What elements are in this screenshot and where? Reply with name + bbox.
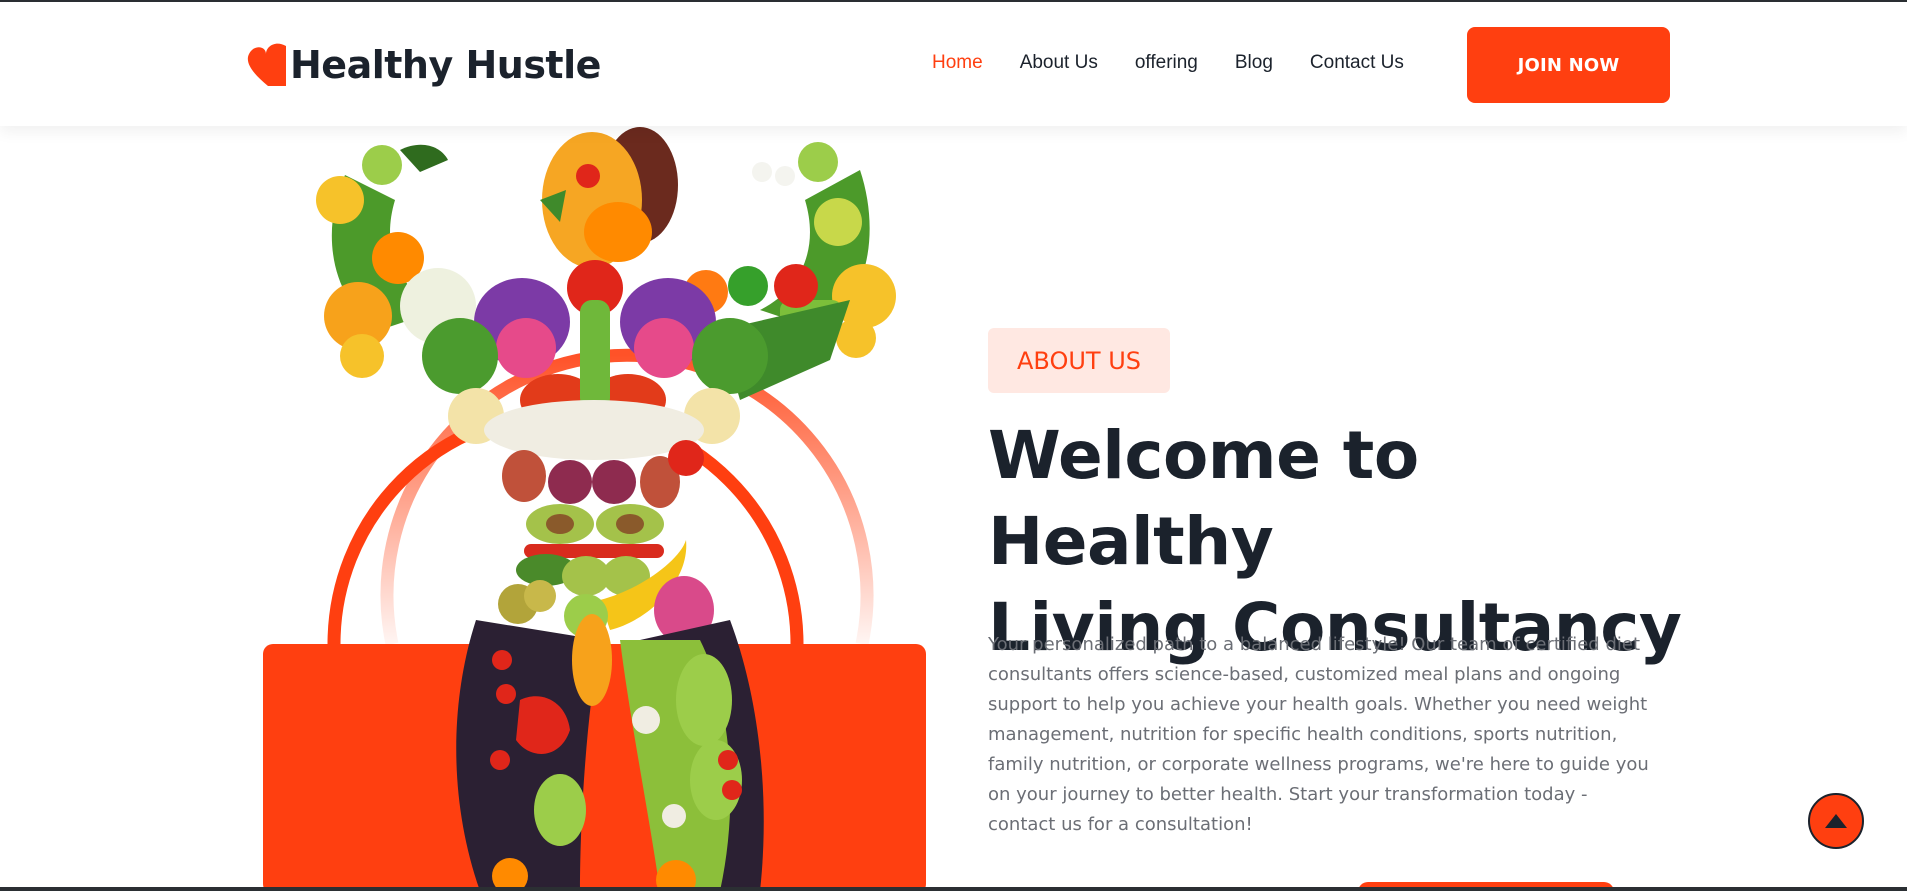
brand-name: Healthy Hustle xyxy=(290,43,601,87)
heart-icon xyxy=(247,43,286,86)
nav-blog[interactable]: Blog xyxy=(1235,52,1273,74)
nav-home[interactable]: Home xyxy=(932,52,983,74)
about-us-badge: ABOUT US xyxy=(988,328,1170,393)
nav-about-us[interactable]: About Us xyxy=(1020,52,1098,74)
main-nav: Home About Us offering Blog Contact Us xyxy=(932,52,1441,74)
arrow-up-icon xyxy=(1825,814,1847,828)
site-header: Healthy Hustle Home About Us offering Bl… xyxy=(0,2,1907,126)
hero-title-line-1: Welcome to Healthy xyxy=(988,417,1419,580)
hero-description: Your personalized path to a balanced lif… xyxy=(988,634,1649,835)
window-bottom-border xyxy=(0,887,1907,891)
nav-offering[interactable]: offering xyxy=(1135,52,1198,74)
scroll-to-top-button[interactable] xyxy=(1808,793,1864,849)
nav-contact-us[interactable]: Contact Us xyxy=(1310,52,1404,74)
about-us-badge-label: ABOUT US xyxy=(1016,346,1141,375)
brand-logo[interactable]: Healthy Hustle xyxy=(246,38,601,92)
join-now-button[interactable]: JOIN NOW xyxy=(1467,27,1670,103)
